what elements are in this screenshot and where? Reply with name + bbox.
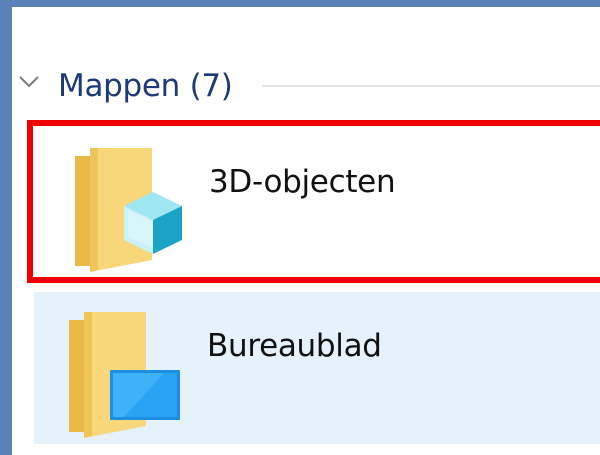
folder-desktop-icon: [69, 312, 180, 438]
folder-label: 3D-objecten: [209, 164, 396, 200]
window-frame-top: [0, 0, 600, 7]
group-title: Mappen (7): [58, 68, 233, 104]
folder-label: Bureaublad: [207, 328, 382, 364]
group-divider: [262, 85, 600, 87]
folder-3d-objects-icon: [75, 148, 182, 272]
chevron-down-icon[interactable]: [18, 72, 40, 90]
group-header-folders[interactable]: Mappen (7): [18, 62, 600, 106]
window-frame-left: [0, 0, 12, 455]
folder-item-bureaublad[interactable]: Bureaublad: [34, 292, 600, 444]
folder-item-3d-objecten[interactable]: 3D-objecten: [27, 120, 600, 283]
